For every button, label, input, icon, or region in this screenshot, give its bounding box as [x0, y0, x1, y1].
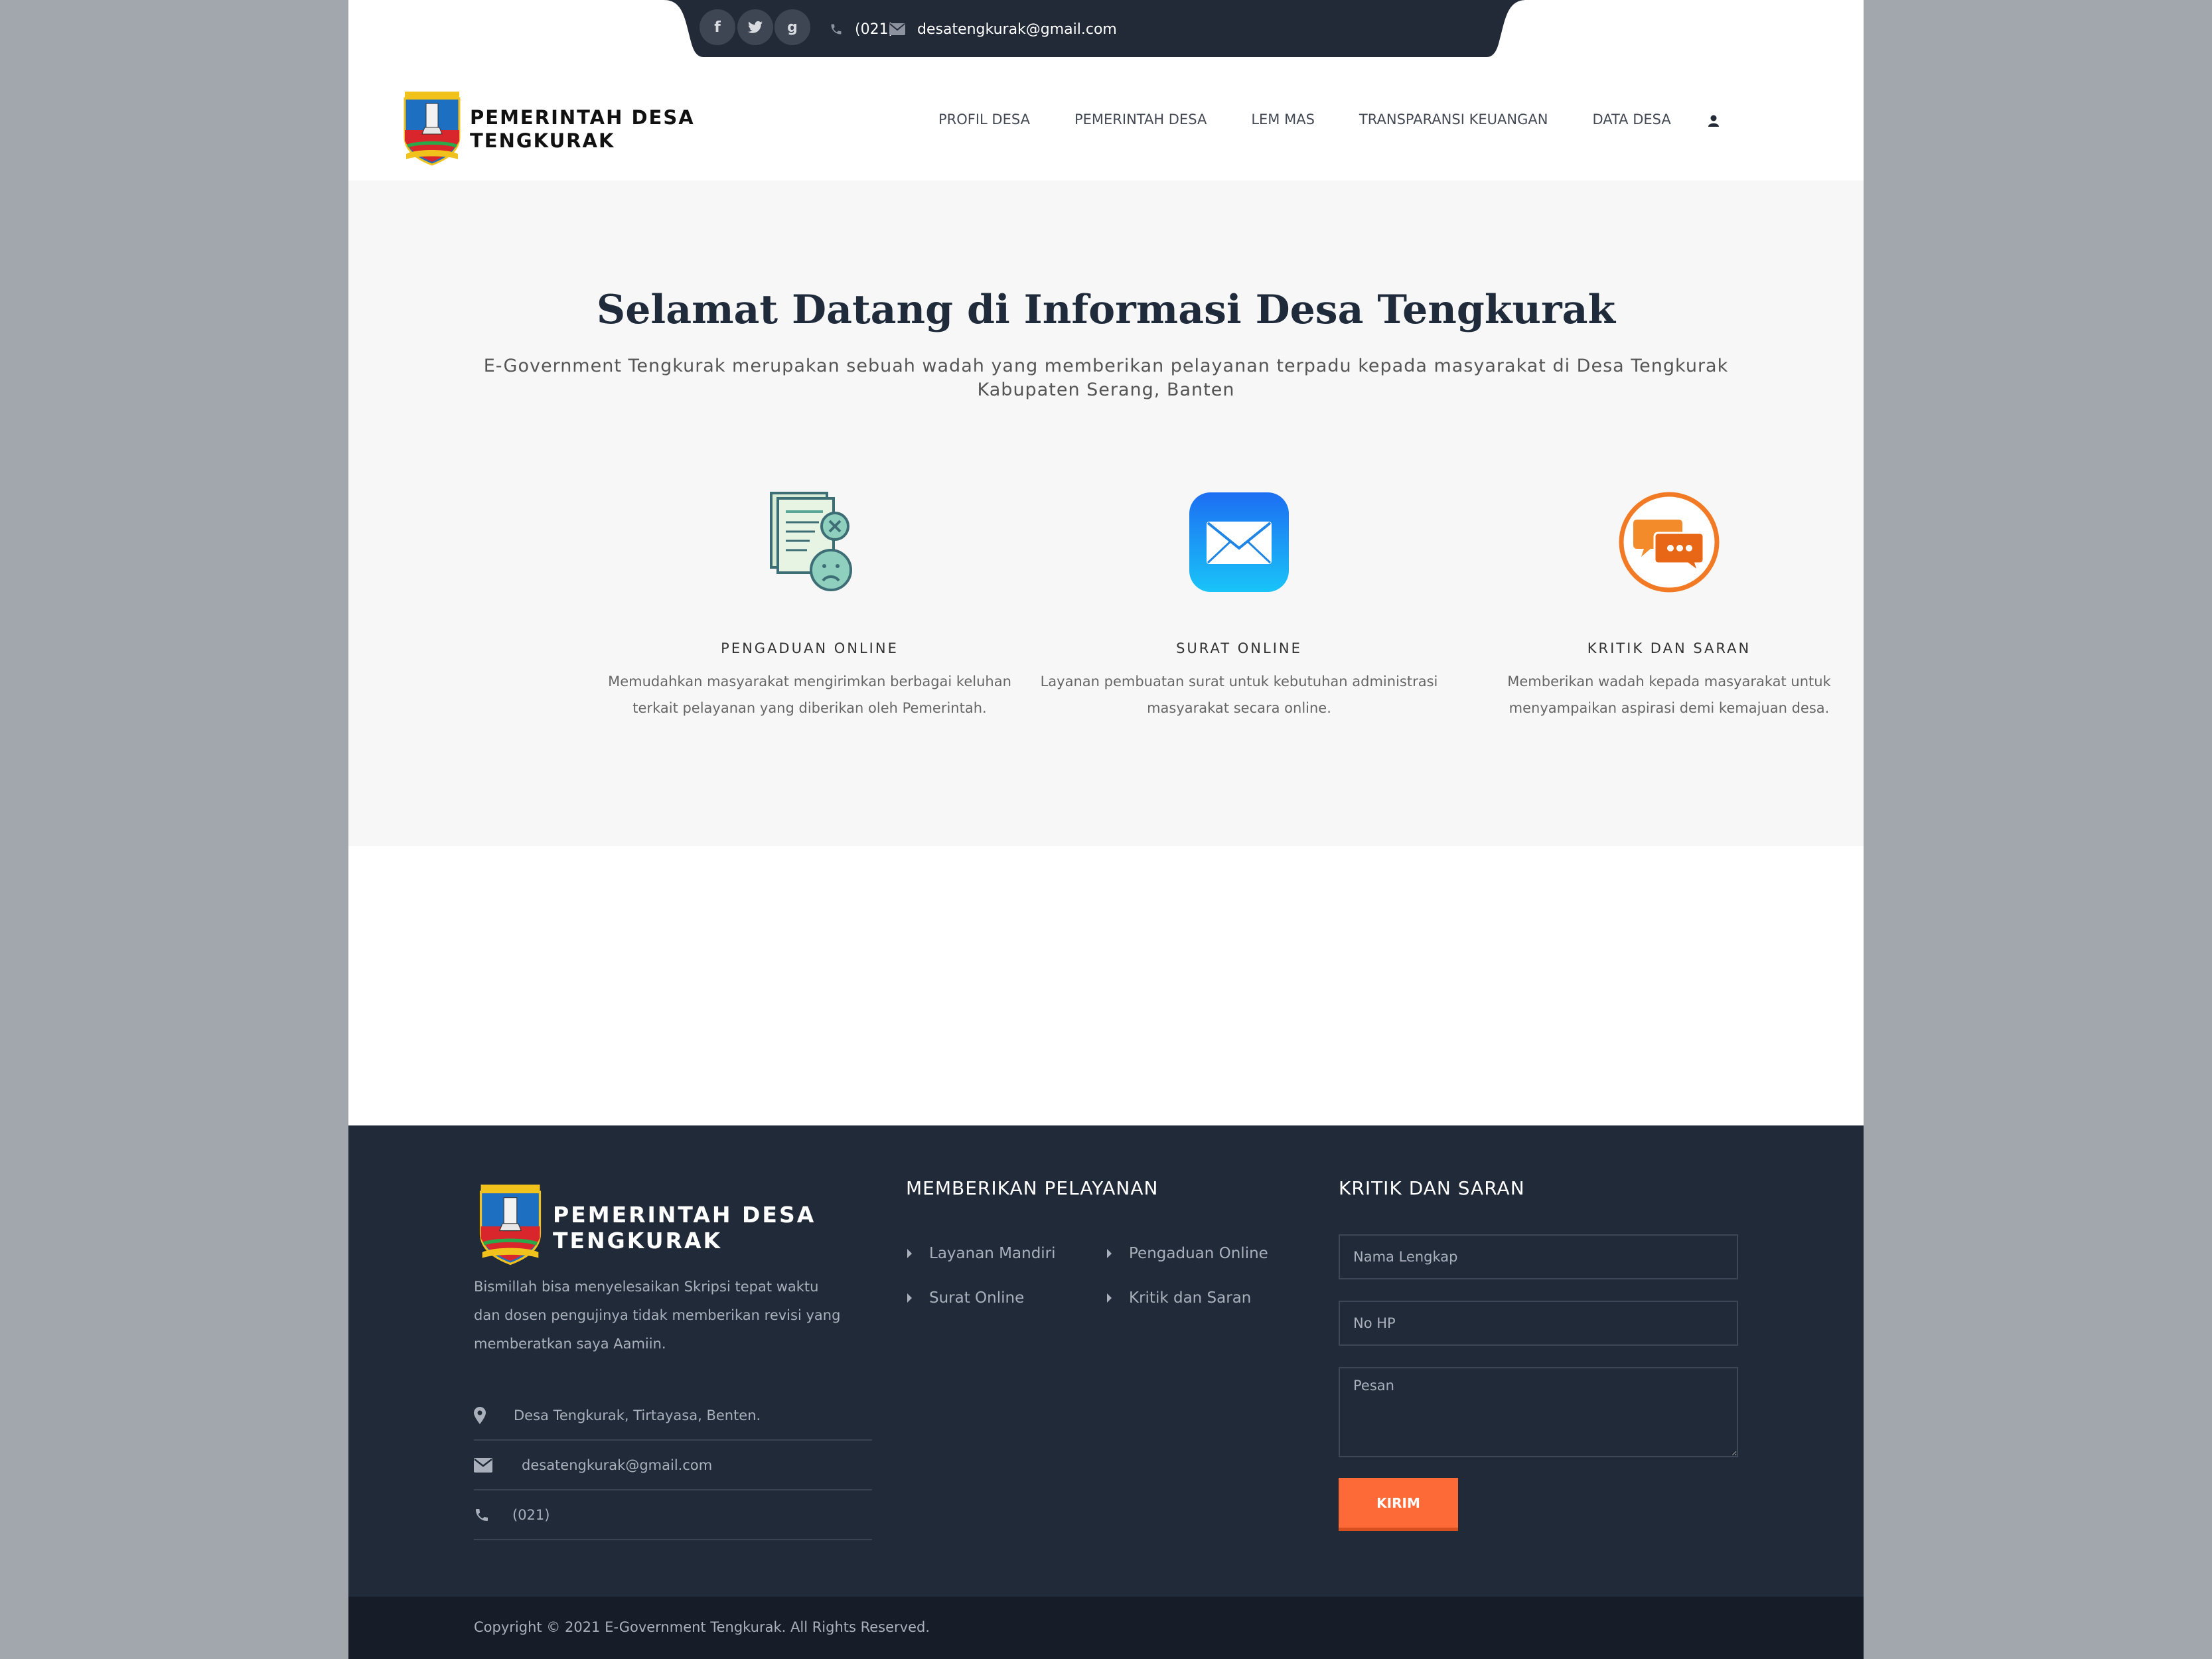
caret-right-icon: [1107, 1293, 1112, 1303]
nav-data-desa[interactable]: DATA DESA: [1592, 111, 1670, 127]
hero-title: Selamat Datang di Informasi Desa Tengkur…: [596, 287, 1616, 333]
copyright-text: Copyright © 2021 E-Government Tengkurak.…: [474, 1619, 930, 1635]
topbar-email-text: desatengkurak@gmail.com: [917, 21, 1117, 38]
hero-subtitle: E-Government Tengkurak merupakan sebuah …: [483, 356, 1729, 400]
footer-link-label: Pengaduan Online: [1129, 1245, 1268, 1262]
footer-link-label: Surat Online: [929, 1289, 1025, 1307]
service-title: KRITIK DAN SARAN: [1587, 640, 1751, 656]
google-plus-icon[interactable]: g: [774, 9, 810, 45]
mail-icon: [1186, 489, 1292, 595]
footer-brand-line-2: TENGKURAK: [553, 1228, 723, 1254]
service-kritik-dan-saran[interactable]: KRITIK DAN SARAN Memberikan wadah kepada…: [1457, 489, 1864, 721]
footer-phone-text: (021): [512, 1506, 550, 1523]
service-description: Memudahkan masyarakat mengirimkan berbag…: [608, 674, 1011, 716]
footer-link-surat-online[interactable]: Surat Online: [907, 1289, 1024, 1307]
phone-field[interactable]: [1339, 1301, 1738, 1346]
service-title: PENGADUAN ONLINE: [721, 640, 899, 656]
page: f g (021) desatengkurak@gmail.com PEMERI…: [348, 0, 1864, 1659]
twitter-icon[interactable]: [737, 9, 773, 45]
site-header: PEMERINTAH DESA TENGKURAK PROFIL DESA PE…: [348, 57, 1864, 180]
nav-pemerintah-desa[interactable]: PEMERINTAH DESA: [1074, 111, 1207, 127]
footer-about-text: Bismillah bisa menyelesaikan Skripsi tep…: [474, 1279, 841, 1352]
service-description: Layanan pembuatan surat untuk kebutuhan …: [1040, 674, 1438, 716]
brand-line-2: TENGKURAK: [470, 129, 615, 152]
site-brand[interactable]: PEMERINTAH DESA TENGKURAK: [470, 106, 695, 153]
services-section: Selamat Datang di Informasi Desa Tengkur…: [348, 180, 1864, 846]
name-field[interactable]: [1339, 1234, 1738, 1279]
service-title: SURAT ONLINE: [1176, 640, 1302, 656]
chat-bubbles-icon: [1616, 489, 1722, 595]
map-marker-icon: [474, 1406, 514, 1424]
footer-services-heading: MEMBERIKAN PELAYANAN: [906, 1177, 1159, 1199]
footer-brand[interactable]: PEMERINTAH DESA TENGKURAK: [553, 1202, 816, 1254]
footer-address: Desa Tengkurak, Tirtayasa, Benten.: [474, 1391, 872, 1441]
village-emblem-logo[interactable]: [402, 90, 462, 169]
service-description: Memberikan wadah kepada masyarakat untuk…: [1507, 674, 1831, 716]
footer-link-label: Layanan Mandiri: [929, 1245, 1056, 1262]
footer-phone: (021): [474, 1490, 872, 1540]
nav-profil-desa[interactable]: PROFIL DESA: [938, 111, 1030, 127]
message-field[interactable]: [1339, 1367, 1738, 1457]
envelope-icon: [474, 1457, 522, 1473]
footer-link-label: Kritik dan Saran: [1129, 1289, 1252, 1307]
complaint-document-icon: [757, 489, 863, 595]
phone-icon: [830, 23, 843, 36]
facebook-icon[interactable]: f: [700, 9, 735, 45]
footer-brand-line-1: PEMERINTAH DESA: [553, 1202, 816, 1228]
topbar-email[interactable]: desatengkurak@gmail.com: [889, 16, 1117, 42]
copyright-bar: Copyright © 2021 E-Government Tengkurak.…: [348, 1597, 1864, 1659]
footer-village-emblem-logo[interactable]: [477, 1183, 544, 1268]
caret-right-icon: [907, 1249, 912, 1258]
footer-address-text: Desa Tengkurak, Tirtayasa, Benten.: [514, 1407, 761, 1423]
footer-feedback-heading: KRITIK DAN SARAN: [1339, 1177, 1525, 1199]
site-footer: PEMERINTAH DESA TENGKURAK Bismillah bisa…: [348, 1125, 1864, 1597]
footer-email[interactable]: desatengkurak@gmail.com: [474, 1441, 872, 1490]
nav-lem-mas[interactable]: LEM MAS: [1251, 111, 1315, 127]
footer-link-pengaduan-online[interactable]: Pengaduan Online: [1107, 1245, 1268, 1262]
nav-transparansi-keuangan[interactable]: TRANSPARANSI KEUANGAN: [1359, 111, 1548, 127]
envelope-icon: [889, 23, 905, 35]
footer-link-kritik-dan-saran[interactable]: Kritik dan Saran: [1107, 1289, 1251, 1307]
service-surat-online[interactable]: SURAT ONLINE Layanan pembuatan surat unt…: [1027, 489, 1451, 721]
user-icon[interactable]: [1707, 114, 1720, 127]
phone-icon: [474, 1507, 512, 1523]
topbar-phone: (021): [830, 16, 894, 42]
topbar-phone-text: (021): [855, 21, 895, 38]
caret-right-icon: [907, 1293, 912, 1303]
service-pengaduan-online[interactable]: PENGADUAN ONLINE Memudahkan masyarakat m…: [597, 489, 1022, 721]
submit-button[interactable]: KIRIM: [1339, 1478, 1458, 1531]
footer-email-text: desatengkurak@gmail.com: [522, 1457, 713, 1473]
footer-link-layanan-mandiri[interactable]: Layanan Mandiri: [907, 1245, 1056, 1262]
brand-line-1: PEMERINTAH DESA: [470, 106, 695, 129]
top-bar: f g (021) desatengkurak@gmail.com: [664, 0, 1526, 57]
caret-right-icon: [1107, 1249, 1112, 1258]
main-nav: PROFIL DESA PEMERINTAH DESA LEM MAS TRAN…: [938, 106, 1716, 133]
